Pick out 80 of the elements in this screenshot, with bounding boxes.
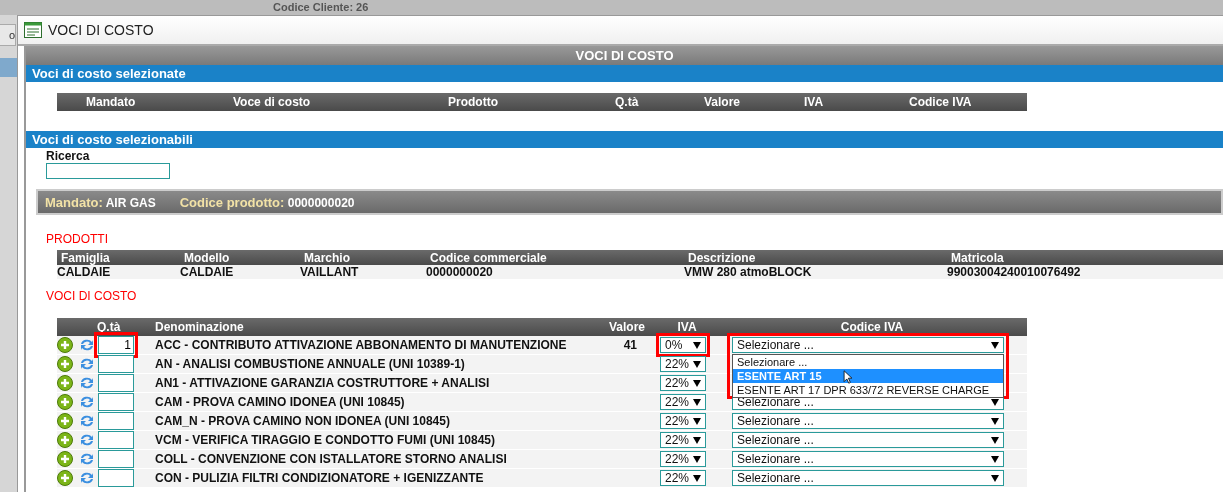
table-cell-text: VMW 280 atmoBLOCK	[684, 265, 813, 279]
quantity-field[interactable]	[98, 374, 134, 392]
caret-icon	[693, 398, 701, 406]
caret-icon	[693, 360, 701, 368]
add-icon[interactable]	[57, 470, 73, 486]
table-cell-text: CAM - PROVA CAMINO IDONEA (UNI 10845)	[154, 395, 406, 409]
quantity-field[interactable]	[98, 355, 134, 373]
vat-select[interactable]: 22%	[660, 470, 706, 486]
vat-select[interactable]: 22%	[660, 394, 706, 410]
vat-code-select[interactable]: Selezionare ...	[732, 337, 1004, 353]
caret-icon	[991, 455, 999, 463]
table-cell-text: 0000000020	[426, 265, 494, 279]
add-icon[interactable]	[57, 451, 73, 467]
table-cell-text: VCM - VERIFICA TIRAGGIO E CONDOTTO FUMI (UNI 10845)	[154, 433, 497, 447]
quantity-field[interactable]	[98, 469, 134, 487]
refresh-icon[interactable]	[79, 337, 95, 353]
add-icon[interactable]	[57, 375, 73, 391]
table-cell-text: AN1 - ATTIVAZIONE GARANZIA COSTRUTTORE + ANALISI	[154, 376, 491, 390]
section-header: Voci di costo selezionate	[26, 65, 1223, 82]
caret-icon	[693, 436, 701, 444]
table-cell-text: CALDAIE	[180, 265, 235, 279]
refresh-icon[interactable]	[79, 432, 95, 448]
caret-icon	[693, 379, 701, 387]
pointer-icon	[843, 370, 853, 384]
table-cell-text: 99003004240010076492	[947, 265, 1082, 279]
table-cell-text: ACC - CONTRIBUTO ATTIVAZIONE ABBONAMENTO DI MANUTENZIONE	[154, 338, 568, 352]
vat-select[interactable]: 22%	[660, 375, 706, 391]
section-title: PRODOTTI	[45, 232, 109, 246]
caret-icon	[693, 455, 701, 463]
table-header: Famiglia Modello Marchio Codice commerciale Descrizione Matricola	[57, 250, 1223, 265]
vat-code-select[interactable]: Selezionare ...	[732, 432, 1004, 448]
panel-header: VOCI DI COSTO	[26, 46, 1223, 65]
vat-select[interactable]: 22%	[660, 432, 706, 448]
search-field[interactable]	[46, 163, 170, 179]
caret-icon	[991, 417, 999, 425]
vat-code-select[interactable]: Selezionare ...	[732, 470, 1004, 486]
form-icon	[24, 22, 42, 38]
quantity-field[interactable]	[98, 412, 134, 430]
table-cell-text: CON - PULIZIA FILTRI CONDIZIONATORE + IGENIZZANTE	[154, 471, 485, 485]
search-label: Ricerca	[46, 149, 91, 163]
refresh-icon[interactable]	[79, 451, 95, 467]
add-icon[interactable]	[57, 394, 73, 410]
vat-select[interactable]: 22%	[660, 356, 706, 372]
window-title: VOCI DI COSTO	[48, 22, 154, 38]
table-cell-text: CALDAIE	[57, 265, 112, 279]
refresh-icon[interactable]	[79, 375, 95, 391]
caret-icon	[693, 341, 701, 349]
refresh-icon[interactable]	[79, 470, 95, 486]
customer-code: Codice Cliente: 26	[273, 1, 369, 13]
vat-code-select[interactable]: Selezionare ...	[732, 451, 1004, 467]
refresh-icon[interactable]	[79, 413, 95, 429]
table-cell-text: 41	[622, 338, 638, 352]
tab[interactable]: o	[0, 24, 16, 46]
vat-select[interactable]: 22%	[660, 413, 706, 429]
dropdown-option[interactable]: Selezionare ...	[733, 355, 1003, 369]
quantity-field[interactable]	[98, 393, 134, 411]
caret-icon	[693, 417, 701, 425]
vat-select[interactable]: 22%	[660, 451, 706, 467]
table-cell-text: AN - ANALISI COMBUSTIONE ANNUALE (UNI 10389-1)	[154, 357, 466, 371]
caret-icon	[991, 341, 999, 349]
add-icon[interactable]	[57, 413, 73, 429]
add-icon[interactable]	[57, 356, 73, 372]
info-bar: Mandato: AIR GAS Codice prodotto: 0000000020	[36, 189, 1223, 215]
caret-icon	[693, 474, 701, 482]
table-cell-text: VAILLANT	[300, 265, 360, 279]
quantity-field[interactable]	[98, 450, 134, 468]
refresh-icon[interactable]	[79, 356, 95, 372]
table-header: Mandato Voce di costo Prodotto Q.tà Valore IVA Codice IVA	[57, 93, 1027, 111]
vat-code-select[interactable]: Selezionare ...	[732, 413, 1004, 429]
quantity-field[interactable]	[98, 431, 134, 449]
dropdown-option[interactable]: ESENTE ART 17 DPR 633/72 REVERSE CHARGE	[733, 383, 1003, 397]
caret-icon	[991, 436, 999, 444]
refresh-icon[interactable]	[79, 394, 95, 410]
add-icon[interactable]	[57, 337, 73, 353]
table-cell-text: CAM_N - PROVA CAMINO NON IDONEA (UNI 10845)	[154, 414, 451, 428]
table-cell-text: COLL - CONVENZIONE CON ISTALLATORE STORNO ANALISI	[154, 452, 508, 466]
add-icon[interactable]	[57, 432, 73, 448]
section-title: VOCI DI COSTO	[45, 289, 138, 303]
section-header: Voci di costo selezionabili	[26, 131, 1223, 148]
caret-icon	[991, 474, 999, 482]
